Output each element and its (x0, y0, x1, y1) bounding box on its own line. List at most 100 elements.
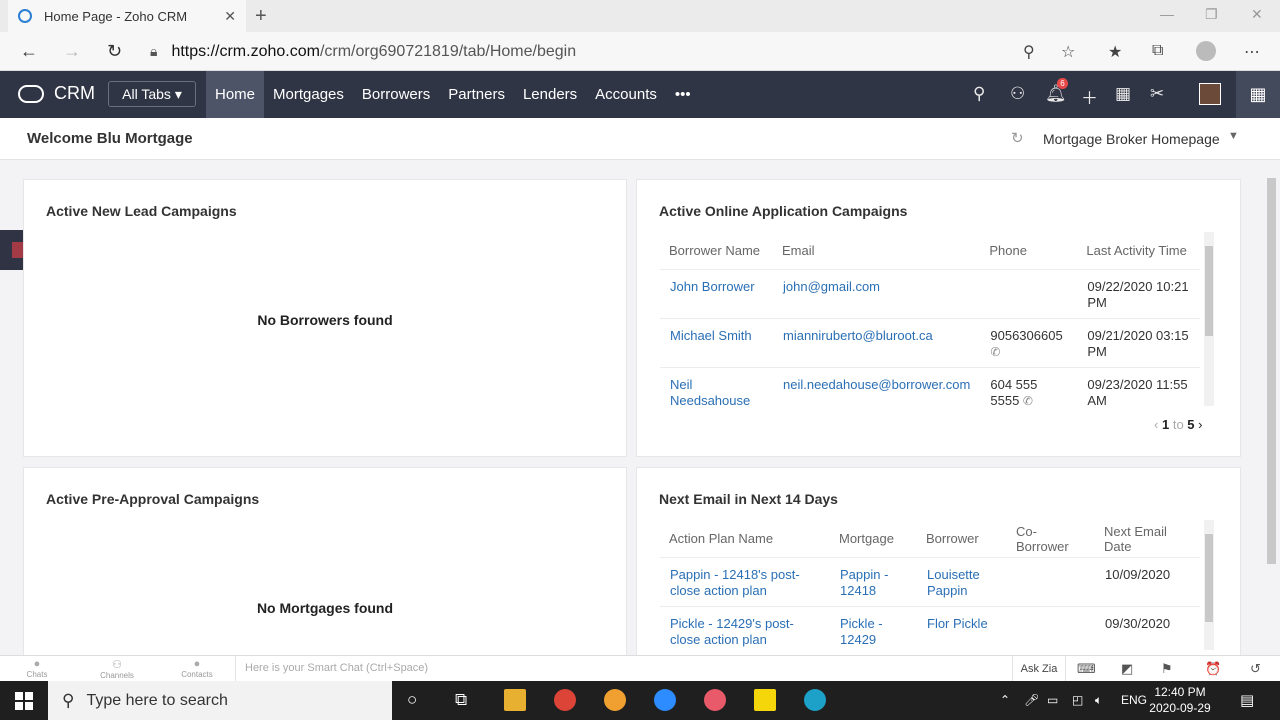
action-center-icon[interactable]: ▤ (1240, 691, 1254, 709)
minimize-icon[interactable]: — (1160, 6, 1174, 22)
tab-lenders[interactable]: Lenders (514, 71, 586, 118)
mortgage-link[interactable]: Pickle - 12429 (830, 605, 917, 655)
cortana-icon[interactable]: ○ (407, 690, 417, 710)
sticky-notes-icon[interactable] (754, 689, 776, 711)
email-link[interactable]: neil.needahouse@borrower.com (773, 366, 981, 416)
ask-zia-button[interactable]: Ask Zia (1012, 656, 1066, 682)
chrome-icon[interactable] (554, 689, 576, 711)
mortgage-link[interactable]: Pappin - 12418 (830, 556, 917, 606)
window-close-icon[interactable]: ✕ (1251, 6, 1263, 23)
restore-icon[interactable]: ❐ (1205, 6, 1218, 23)
collections-icon[interactable]: ⧉ (1152, 42, 1163, 60)
volume-icon[interactable]: 🔈︎ (1095, 693, 1102, 708)
phone-icon[interactable]: ✆ (1023, 394, 1033, 408)
borrower-link[interactable]: Louisette Pappin (917, 556, 1007, 606)
table-row[interactable]: John Borrower john@gmail.com 09/22/2020 … (660, 268, 1200, 318)
column-header[interactable]: Co-Borrower (1007, 521, 1095, 557)
table-row[interactable]: Neil Needsahouse neil.needahouse@borrowe… (660, 366, 1200, 416)
homepage-select[interactable]: Mortgage Broker Homepage (1043, 131, 1220, 147)
apps-grid-icon[interactable]: ▦ (1236, 71, 1280, 118)
table-scrollbar[interactable] (1204, 520, 1214, 650)
refresh-icon[interactable]: ↻ (1011, 129, 1024, 147)
edge-icon[interactable] (804, 689, 826, 711)
taskbar-clock[interactable]: 12:40 PM 2020-09-29 (1140, 684, 1220, 716)
page-scrollbar[interactable] (1264, 160, 1280, 655)
next-page-icon[interactable]: › (1198, 417, 1202, 432)
create-new-icon[interactable]: ＋ (1081, 84, 1098, 109)
action-plan-link[interactable]: Pappin - 12418's post-close action plan (660, 556, 830, 606)
smart-chat-input[interactable]: Here is your Smart Chat (Ctrl+Space) (235, 656, 1010, 682)
email-link[interactable]: mianniruberto@bluroot.ca (773, 317, 981, 367)
microphone-icon[interactable]: 🎤︎ (1024, 693, 1039, 707)
borrower-name-link[interactable]: Neil Needsahouse (660, 366, 773, 416)
forward-icon[interactable]: → (63, 41, 81, 62)
browser-menu-icon[interactable]: ⋯ (1244, 42, 1260, 62)
column-header[interactable]: Borrower Name (660, 233, 773, 269)
chat-window-icon[interactable]: ◩ (1121, 661, 1133, 677)
all-tabs-button[interactable]: All Tabs ▾ (108, 81, 196, 107)
firefox-icon[interactable] (604, 689, 626, 711)
zoom-icon[interactable]: ⚲ (1023, 42, 1035, 62)
column-header[interactable]: Last Activity Time (1077, 233, 1200, 269)
email-link[interactable]: john@gmail.com (773, 268, 981, 318)
reload-icon[interactable]: ↻ (107, 41, 122, 62)
search-icon[interactable]: ⚲ (973, 84, 985, 104)
user-avatar[interactable] (1199, 83, 1221, 105)
column-header[interactable]: Action Plan Name (660, 521, 830, 557)
task-view-icon[interactable]: ⧉ (455, 690, 467, 710)
empty-state-text: No Borrowers found (257, 312, 393, 328)
browser-tab[interactable]: Home Page - Zoho CRM ✕ (8, 0, 246, 32)
new-tab-icon[interactable]: + (255, 5, 267, 28)
table-row[interactable]: Michael Smith mianniruberto@bluroot.ca 9… (660, 317, 1200, 367)
column-header[interactable]: Next Email Date (1095, 521, 1200, 557)
feeds-icon[interactable]: ⚇ (1010, 84, 1025, 104)
prev-page-icon[interactable]: ‹ (1154, 417, 1158, 432)
phone-icon[interactable]: ✆ (990, 345, 1000, 359)
setup-tools-icon[interactable]: ✂ (1150, 84, 1164, 104)
tab-partners[interactable]: Partners (439, 71, 514, 118)
borrower-link[interactable]: Flor Pickle (917, 605, 1007, 655)
url-field[interactable]: 🔒︎ https://crm.zoho.com/crm/org690721819… (150, 37, 1090, 66)
battery-icon[interactable]: ▭ (1047, 693, 1058, 707)
tab-accounts[interactable]: Accounts (586, 71, 666, 118)
chats-button[interactable]: ● Chats (17, 658, 57, 679)
tab-home[interactable]: Home (206, 71, 265, 118)
column-header[interactable]: Phone (980, 233, 1077, 269)
browser-profile-icon[interactable] (1196, 41, 1216, 61)
translate-icon[interactable]: ⚑ (1161, 661, 1173, 677)
windows-start-icon[interactable] (15, 692, 33, 710)
game-controller-icon[interactable]: ⌨ (1077, 661, 1096, 677)
table-row[interactable]: Pappin - 12418's post-close action plan … (660, 556, 1200, 606)
chevron-down-icon[interactable]: ▼ (1228, 130, 1239, 142)
borrower-name-link[interactable]: John Borrower (660, 268, 773, 318)
alarm-clock-icon[interactable]: ⏰ (1205, 661, 1221, 677)
crm-logo[interactable]: CRM (18, 83, 95, 104)
network-icon[interactable]: ◰ (1072, 693, 1083, 707)
table-scrollbar[interactable] (1204, 232, 1214, 406)
history-icon[interactable]: ↺ (1250, 661, 1261, 677)
close-tab-icon[interactable]: ✕ (224, 8, 236, 25)
more-tabs-button[interactable]: ••• (666, 71, 700, 118)
page-scrollbar-thumb[interactable] (1267, 178, 1276, 564)
app-swirl-icon[interactable] (704, 689, 726, 711)
zoom-app-icon[interactable] (654, 689, 676, 711)
column-header[interactable]: Email (773, 233, 980, 269)
tab-borrowers[interactable]: Borrowers (353, 71, 439, 118)
table-scrollbar-thumb[interactable] (1205, 246, 1213, 336)
column-header[interactable]: Mortgage (830, 521, 917, 557)
favorites-list-icon[interactable]: ★ (1108, 42, 1122, 62)
channels-button[interactable]: ⚇ Channels (97, 658, 137, 680)
table-scrollbar-thumb[interactable] (1205, 534, 1213, 622)
borrower-name-link[interactable]: Michael Smith (660, 317, 773, 367)
taskbar-search-box[interactable]: ⚲ Type here to search (48, 681, 392, 720)
file-explorer-icon[interactable] (504, 689, 526, 711)
column-header[interactable]: Borrower (917, 521, 1007, 557)
calendar-icon[interactable]: ▦ (1115, 84, 1131, 104)
table-row[interactable]: Pickle - 12429's post-close action plan … (660, 605, 1200, 655)
back-icon[interactable]: ← (20, 41, 38, 62)
favorite-star-icon[interactable]: ☆ (1061, 42, 1075, 62)
tab-mortgages[interactable]: Mortgages (264, 71, 353, 118)
contacts-button[interactable]: ● Contacts (177, 658, 217, 679)
action-plan-link[interactable]: Pickle - 12429's post-close action plan (660, 605, 830, 655)
tray-chevron-icon[interactable]: ⌃ (1000, 693, 1010, 707)
